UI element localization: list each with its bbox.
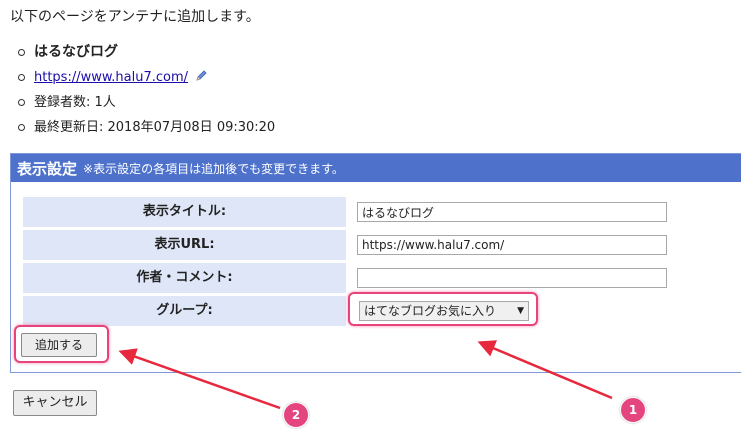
group-label: グループ: <box>23 296 346 326</box>
intro-text: 以下のページをアンテナに追加します。 <box>10 9 260 25</box>
badge-1: 1 <box>620 397 646 423</box>
site-name-item: はるなびログ <box>14 40 275 65</box>
highlight-group-select <box>348 292 538 326</box>
subscribers-count: 登録者数: 1人 <box>34 95 116 110</box>
display-url-cell <box>353 230 741 260</box>
site-name: はるなびログ <box>34 44 118 60</box>
panel-title: 表示設定 <box>17 159 78 178</box>
author-comment-label: 作者・コメント: <box>23 263 346 293</box>
site-url-item: https://www.halu7.com/ <box>14 65 275 90</box>
display-title-label: 表示タイトル: <box>23 197 346 227</box>
site-url-link[interactable]: https://www.halu7.com/ <box>34 70 188 85</box>
panel-header: 表示設定 ※表示設定の各項目は追加後でも変更できます。 <box>11 154 741 182</box>
panel-note: ※表示設定の各項目は追加後でも変更できます。 <box>83 161 344 176</box>
last-updated-item: 最終更新日: 2018年07月08日 09:30:20 <box>14 115 275 140</box>
last-updated: 最終更新日: 2018年07月08日 09:30:20 <box>34 120 276 135</box>
display-settings-panel: 表示設定 ※表示設定の各項目は追加後でも変更できます。 表示タイトル: 表示UR… <box>10 153 741 373</box>
author-comment-input[interactable] <box>357 268 667 288</box>
badge-2: 2 <box>283 402 309 428</box>
row-display-title: 表示タイトル: <box>23 197 741 227</box>
display-title-input[interactable] <box>357 202 667 222</box>
author-comment-cell <box>353 263 741 293</box>
display-title-cell <box>353 197 741 227</box>
site-info-list: はるなびログ https://www.halu7.com/ 登録者数: 1人 最… <box>14 40 275 140</box>
cancel-button[interactable]: キャンセル <box>13 390 97 416</box>
pencil-icon[interactable] <box>196 65 207 90</box>
highlight-add-button <box>14 325 109 363</box>
row-author-comment: 作者・コメント: <box>23 263 741 293</box>
display-url-input[interactable] <box>357 235 667 255</box>
row-display-url: 表示URL: <box>23 230 741 260</box>
display-url-label: 表示URL: <box>23 230 346 260</box>
subscribers-item: 登録者数: 1人 <box>14 90 275 115</box>
